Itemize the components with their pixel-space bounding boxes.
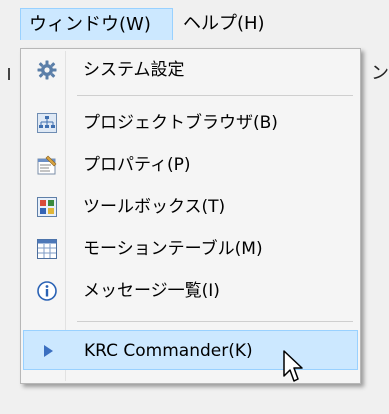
- menu-item-message-list[interactable]: メッセージ一覧(I): [23, 272, 358, 310]
- menu-item-krc-commander[interactable]: KRC Commander(K): [23, 330, 358, 370]
- properties-icon: [37, 155, 57, 175]
- menu-item-properties[interactable]: プロパティ(P): [23, 146, 358, 184]
- menu-window[interactable]: ウィンドウ(W): [20, 8, 173, 40]
- window-dropdown-menu: システム設定 プロジェクトブラウザ(B) プロパティ(P) ツールボックス(T)…: [20, 48, 361, 384]
- background-text-fragment: ン: [371, 63, 389, 84]
- menu-item-label: KRC Commander(K): [84, 341, 253, 361]
- menu-item-toolbox[interactable]: ツールボックス(T): [23, 188, 358, 226]
- hierarchy-icon: [37, 113, 57, 133]
- background-edge-fragment: [8, 68, 20, 80]
- menu-item-project-browser[interactable]: プロジェクトブラウザ(B): [23, 104, 358, 142]
- menu-item-label: ツールボックス(T): [83, 197, 226, 217]
- menu-item-label: システム設定: [83, 60, 185, 80]
- info-icon: [37, 281, 57, 301]
- menu-separator: [77, 95, 353, 96]
- menu-help[interactable]: ヘルプ(H): [175, 8, 295, 40]
- menu-separator: [77, 321, 353, 322]
- menu-item-label: プロパティ(P): [83, 155, 191, 175]
- toolbox-icon: [37, 197, 57, 217]
- menu-item-label: プロジェクトブラウザ(B): [83, 113, 278, 133]
- menu-item-motion-table[interactable]: モーションテーブル(M): [23, 230, 358, 268]
- menu-bar: ウィンドウ(W) ヘルプ(H): [0, 0, 389, 40]
- gear-icon: [37, 60, 57, 80]
- mouse-pointer-icon: [283, 350, 303, 382]
- play-arrow-icon: [44, 345, 53, 357]
- menu-item-system-settings[interactable]: システム設定: [23, 51, 358, 89]
- menu-item-label: メッセージ一覧(I): [83, 281, 220, 301]
- table-icon: [37, 239, 57, 259]
- menu-item-label: モーションテーブル(M): [83, 239, 263, 259]
